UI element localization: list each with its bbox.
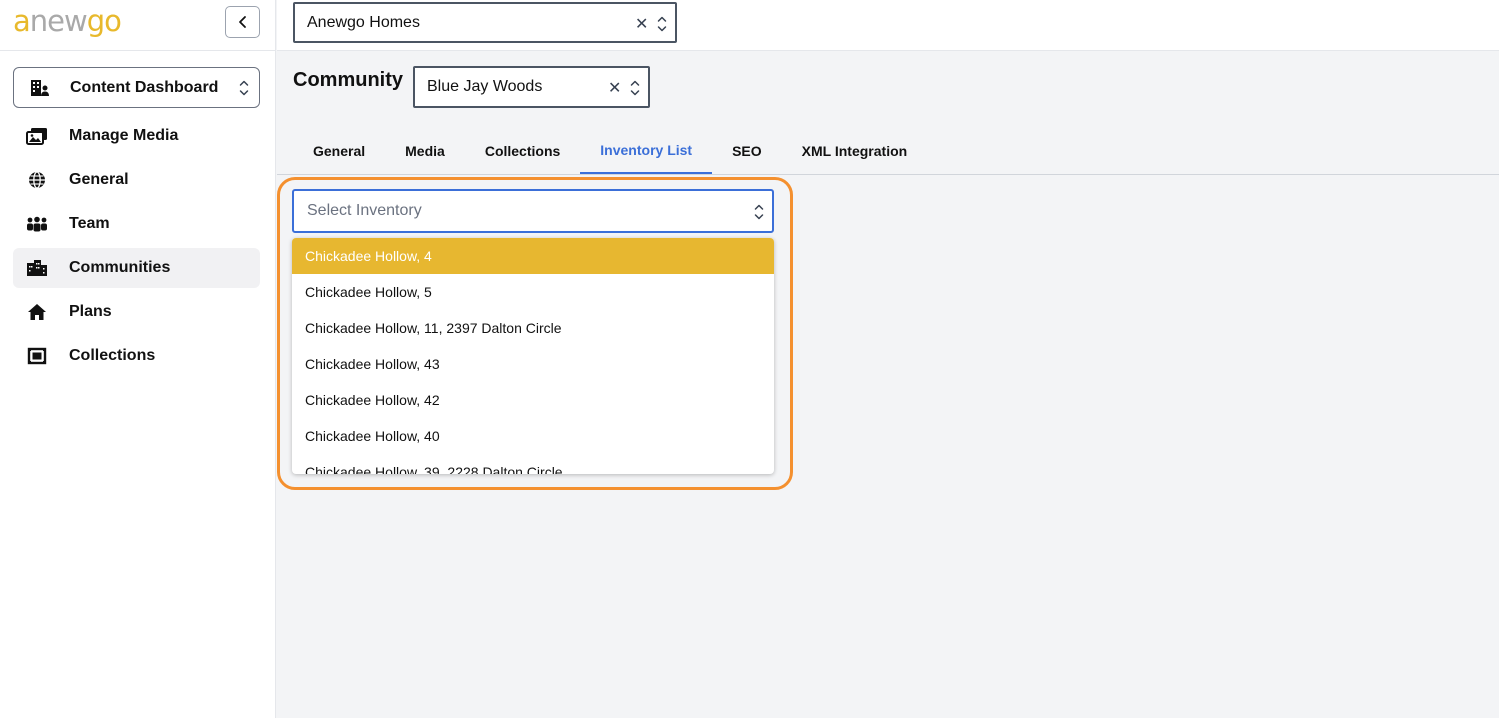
sidebar-item-communities[interactable]: Communities [13,248,260,288]
sidebar-item-plans[interactable]: Plans [13,292,260,332]
sidebar-item-manage-media[interactable]: Manage Media [13,116,260,156]
collapse-sidebar-button[interactable] [225,6,260,38]
chevron-left-icon [238,16,246,28]
tab-general[interactable]: General [293,128,385,174]
inventory-option[interactable]: Chickadee Hollow, 11, 2397 Dalton Circle [292,310,774,346]
inventory-option[interactable]: Chickadee Hollow, 39, 2228 Dalton Circle [292,454,774,474]
dashboard-select[interactable]: Content Dashboard [13,67,260,108]
clear-icon[interactable]: ✕ [608,78,621,98]
tab-inventory-list[interactable]: Inventory List [580,128,713,174]
tabs-divider [277,174,1499,175]
inventory-options-menu[interactable]: Chickadee Hollow, 4 Chickadee Hollow, 5 … [292,238,774,474]
clear-icon[interactable]: ✕ [635,14,648,34]
tab-media[interactable]: Media [385,128,465,174]
builder-select[interactable]: Anewgo Homes ✕ [293,2,677,43]
sidebar: anewgo Content Dashboard Manage Media Ge… [0,0,276,718]
sidebar-item-general[interactable]: General [13,160,260,200]
community-select-value: Blue Jay Woods [427,78,543,95]
team-icon [26,213,48,235]
inventory-option[interactable]: Chickadee Hollow, 43 [292,346,774,382]
dashboard-select-label: Content Dashboard [70,78,219,96]
community-select[interactable]: Blue Jay Woods ✕ [413,66,650,108]
tab-seo[interactable]: SEO [712,128,782,174]
sidebar-item-collections[interactable]: Collections [13,336,260,376]
inventory-option[interactable]: Chickadee Hollow, 4 [292,238,774,274]
tab-xml-integration[interactable]: XML Integration [782,128,928,174]
inventory-option[interactable]: Chickadee Hollow, 40 [292,418,774,454]
top-bar: Anewgo Homes ✕ [277,0,1499,51]
chevron-up-down-icon [754,204,764,220]
tab-collections[interactable]: Collections [465,128,580,174]
community-tabs: General Media Collections Inventory List… [293,128,927,174]
chevron-up-down-icon [630,80,640,96]
inventory-select[interactable]: Select Inventory [292,189,774,233]
globe-icon [26,169,48,191]
inventory-select-placeholder: Select Inventory [307,202,422,219]
collections-icon [26,345,48,367]
builder-select-value: Anewgo Homes [307,13,420,31]
home-icon [26,301,48,323]
sidebar-item-team[interactable]: Team [13,204,260,244]
sidebar-nav: Manage Media General Team Communities Pl… [13,116,260,380]
building-person-icon [31,79,49,96]
anewgo-logo[interactable]: anewgo [13,4,122,38]
community-label: Community [293,69,403,91]
sidebar-divider [0,50,276,51]
chevron-up-down-icon [239,80,249,96]
chevron-up-down-icon [657,16,667,32]
inventory-option[interactable]: Chickadee Hollow, 42 [292,382,774,418]
inventory-option[interactable]: Chickadee Hollow, 5 [292,274,774,310]
images-icon [26,125,48,147]
city-icon [26,257,48,279]
